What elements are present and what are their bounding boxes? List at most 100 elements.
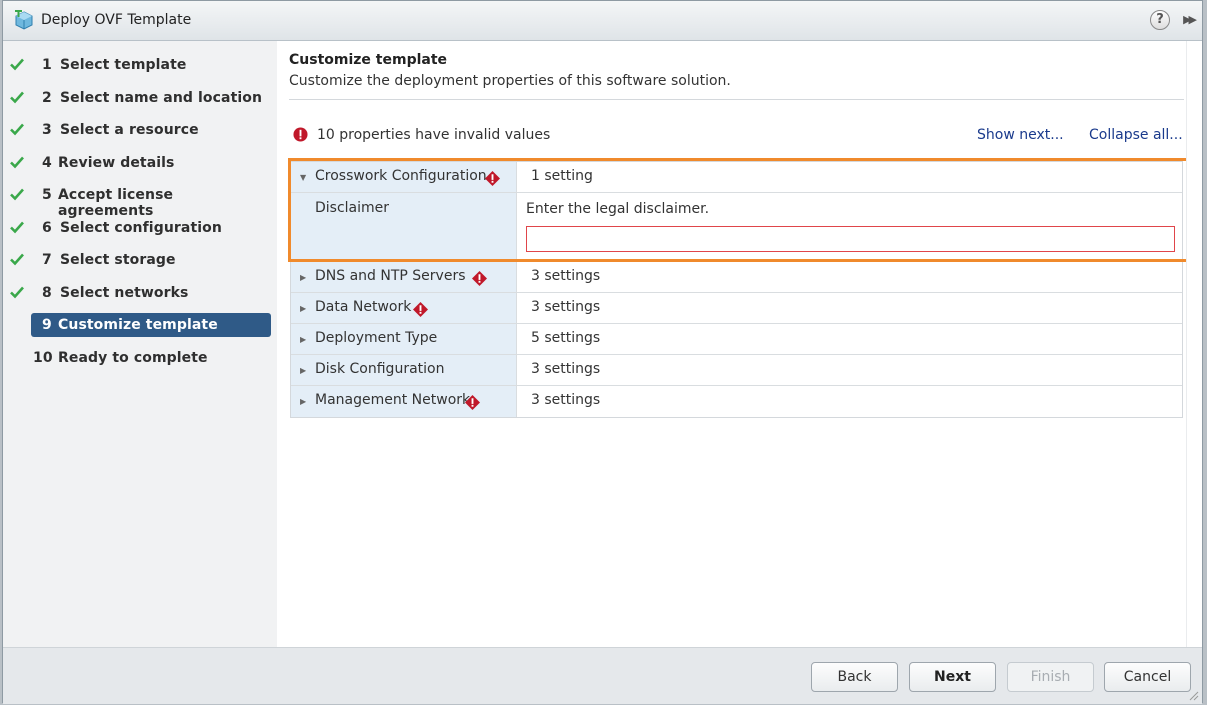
group-name: Deployment Type xyxy=(315,330,438,346)
collapse-all-link[interactable]: Collapse all... xyxy=(1089,127,1183,143)
error-icon xyxy=(293,127,308,142)
group-value-cell: 1 setting xyxy=(516,162,1182,192)
step-label: Select networks xyxy=(60,285,189,301)
cancel-button[interactable]: Cancel xyxy=(1104,662,1191,692)
group-value-cell: 3 settings xyxy=(516,293,1182,323)
error-icon xyxy=(485,171,500,186)
step-label: Select template xyxy=(60,57,187,73)
group-value-cell: 5 settings xyxy=(516,324,1182,354)
property-label: Disclaimer xyxy=(315,200,390,216)
step-number: 4 xyxy=(42,155,52,171)
title-bar: Deploy OVF Template ? ▶▶ xyxy=(3,1,1202,41)
step-select-template[interactable]: 1 Select template xyxy=(10,53,271,77)
back-button[interactable]: Back xyxy=(811,662,898,692)
check-icon xyxy=(10,188,24,201)
property-value-cell: Enter the legal disclaimer. xyxy=(516,193,1182,261)
group-value: 3 settings xyxy=(531,361,601,377)
step-select-name-location[interactable]: 2 Select name and location xyxy=(10,86,271,110)
step-number: 2 xyxy=(42,90,52,106)
group-value-cell: 3 settings xyxy=(516,262,1182,292)
property-name-cell: Disclaimer xyxy=(291,193,516,261)
step-label: Accept license agreements xyxy=(58,187,174,219)
group-row-deployment-type[interactable]: ▶ Deployment Type 5 settings xyxy=(291,324,1182,355)
group-value: 3 settings xyxy=(531,268,601,284)
step-label: Review details xyxy=(58,155,175,171)
help-button[interactable]: ? xyxy=(1150,10,1170,30)
step-select-networks[interactable]: 8 Select networks xyxy=(10,281,271,305)
check-icon xyxy=(10,253,24,266)
chevron-right-icon[interactable]: ▶ xyxy=(300,366,306,375)
group-name: Crosswork Configuration xyxy=(315,168,487,184)
chevron-right-icon[interactable]: ▶ xyxy=(300,335,306,344)
disclaimer-input[interactable] xyxy=(526,226,1175,252)
group-value: 5 settings xyxy=(531,330,601,346)
expand-icon[interactable]: ▶▶ xyxy=(1183,13,1197,26)
property-description: Enter the legal disclaimer. xyxy=(526,201,710,217)
page-subtitle: Customize the deployment properties of t… xyxy=(289,73,731,89)
step-label: Customize template xyxy=(58,317,218,333)
invalid-properties-message: 10 properties have invalid values xyxy=(317,127,551,143)
group-row-data-network[interactable]: ▶ Data Network 3 settings xyxy=(291,293,1182,324)
divider xyxy=(289,99,1184,100)
step-select-resource[interactable]: 3 Select a resource xyxy=(10,118,271,142)
resize-grip-icon[interactable] xyxy=(1189,691,1199,701)
group-name-cell: ▶ Data Network xyxy=(291,293,516,323)
group-row-disk-configuration[interactable]: ▶ Disk Configuration 3 settings xyxy=(291,355,1182,386)
group-name-cell: ▼ Crosswork Configuration xyxy=(291,162,516,192)
check-icon xyxy=(10,123,24,136)
group-name-cell: ▶ Management Network xyxy=(291,386,516,417)
error-icon xyxy=(465,395,480,410)
deploy-ovf-dialog: Deploy OVF Template ? ▶▶ 1 Select templa… xyxy=(2,0,1203,704)
vertical-scrollbar[interactable] xyxy=(1186,41,1202,647)
wizard-footer: Back Next Finish Cancel xyxy=(3,647,1202,704)
step-label: Select a resource xyxy=(60,122,199,138)
group-value: 3 settings xyxy=(531,299,601,315)
group-name: Management Network xyxy=(315,392,471,408)
group-name-cell: ▶ Deployment Type xyxy=(291,324,516,354)
property-row-disclaimer: Disclaimer Enter the legal disclaimer. xyxy=(291,193,1182,262)
group-value: 3 settings xyxy=(531,392,601,408)
group-name-cell: ▶ Disk Configuration xyxy=(291,355,516,385)
group-row-management-network[interactable]: ▶ Management Network 3 settings xyxy=(291,386,1182,417)
dialog-title: Deploy OVF Template xyxy=(41,12,192,28)
properties-grid: ▼ Crosswork Configuration 1 setting Disc… xyxy=(290,161,1183,418)
step-accept-license[interactable]: 5 Accept license agreements xyxy=(10,183,271,219)
group-name: DNS and NTP Servers xyxy=(315,268,466,284)
main-panel: Customize template Customize the deploym… xyxy=(277,41,1202,647)
check-icon xyxy=(10,156,24,169)
step-select-configuration[interactable]: 6 Select configuration xyxy=(10,216,271,240)
step-number: 7 xyxy=(42,252,52,268)
group-value: 1 setting xyxy=(531,168,593,184)
group-name: Disk Configuration xyxy=(315,361,445,377)
show-next-link[interactable]: Show next... xyxy=(977,127,1064,143)
step-label: Ready to complete xyxy=(58,350,208,366)
step-number: 8 xyxy=(42,285,52,301)
chevron-right-icon[interactable]: ▶ xyxy=(300,273,306,282)
step-label: Select name and location xyxy=(60,90,263,106)
group-row-crosswork-configuration[interactable]: ▼ Crosswork Configuration 1 setting xyxy=(291,162,1182,193)
page-title: Customize template xyxy=(289,52,448,68)
step-number: 10 xyxy=(33,350,53,366)
next-button[interactable]: Next xyxy=(909,662,996,692)
chevron-down-icon[interactable]: ▼ xyxy=(300,173,306,182)
check-icon xyxy=(10,58,24,71)
group-value-cell: 3 settings xyxy=(516,386,1182,417)
chevron-right-icon[interactable]: ▶ xyxy=(300,304,306,313)
step-review-details[interactable]: 4 Review details xyxy=(10,151,271,175)
group-value-cell: 3 settings xyxy=(516,355,1182,385)
step-number: 6 xyxy=(42,220,52,236)
chevron-right-icon[interactable]: ▶ xyxy=(300,397,306,406)
finish-button: Finish xyxy=(1007,662,1094,692)
group-row-dns-ntp-servers[interactable]: ▶ DNS and NTP Servers 3 settings xyxy=(291,262,1182,293)
check-icon xyxy=(10,286,24,299)
step-number: 9 xyxy=(42,317,52,333)
group-name: Data Network xyxy=(315,299,412,315)
step-number: 1 xyxy=(42,57,52,73)
ovf-template-icon xyxy=(15,10,33,30)
error-icon xyxy=(413,302,428,317)
group-name-cell: ▶ DNS and NTP Servers xyxy=(291,262,516,292)
step-select-storage[interactable]: 7 Select storage xyxy=(10,248,271,272)
step-customize-template[interactable]: 9 Customize template xyxy=(31,313,271,337)
step-label: Select configuration xyxy=(60,220,222,236)
step-ready-to-complete[interactable]: 10 Ready to complete xyxy=(31,346,271,370)
